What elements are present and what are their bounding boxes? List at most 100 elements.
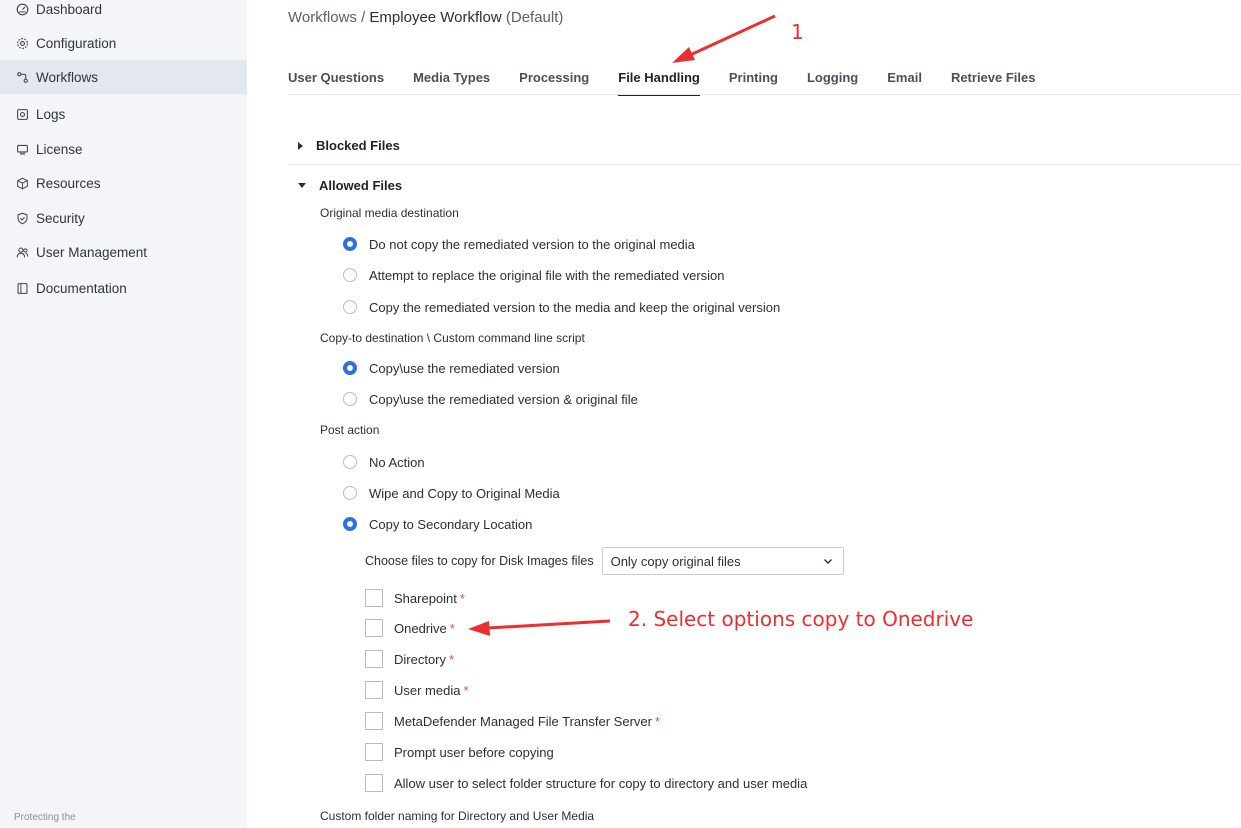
sidebar-item-label: Logs bbox=[36, 106, 66, 122]
disk-images-label: Choose files to copy for Disk Images fil… bbox=[365, 554, 594, 568]
sidebar-footer-text: Protecting the bbox=[14, 812, 76, 823]
radio-button[interactable] bbox=[343, 486, 357, 500]
sidebar: Dashboard Configuration Workflows Logs L… bbox=[0, 0, 247, 828]
checkbox-row-prompt-user[interactable]: Prompt user before copying bbox=[365, 742, 554, 762]
dashboard-icon bbox=[14, 1, 30, 17]
required-mark: * bbox=[449, 620, 455, 636]
radio-label: Attempt to replace the original file wit… bbox=[369, 267, 725, 283]
required-mark: * bbox=[459, 590, 465, 606]
sidebar-item-workflows[interactable]: Workflows bbox=[0, 60, 247, 94]
radio-button-checked[interactable] bbox=[343, 361, 357, 375]
checkbox-label: Onedrive bbox=[394, 620, 447, 636]
radio-label: Copy\use the remediated version bbox=[369, 360, 560, 376]
sidebar-item-label: Configuration bbox=[36, 35, 117, 51]
tab-bar: User Questions Media Types Processing Fi… bbox=[288, 70, 1064, 96]
sidebar-item-logs[interactable]: Logs bbox=[0, 97, 247, 131]
checkbox-row-sharepoint[interactable]: Sharepoint * bbox=[365, 588, 465, 608]
annotation-step-2: 2. Select options copy to Onedrive bbox=[628, 607, 974, 631]
radio-wipe-copy[interactable]: Wipe and Copy to Original Media bbox=[343, 483, 560, 503]
caret-right-icon bbox=[298, 141, 303, 150]
tabs-divider bbox=[288, 94, 1241, 95]
onedrive-checkbox[interactable] bbox=[365, 619, 383, 637]
allowed-files-label: Allowed Files bbox=[319, 178, 403, 193]
checkbox-row-user-media[interactable]: User media * bbox=[365, 680, 469, 700]
sidebar-item-resources[interactable]: Resources bbox=[0, 166, 247, 200]
checkbox-label: Allow user to select folder structure fo… bbox=[394, 775, 808, 791]
sidebar-item-documentation[interactable]: Documentation bbox=[0, 271, 247, 305]
radio-label: Copy the remediated version to the media… bbox=[369, 299, 781, 315]
prompt-user-checkbox[interactable] bbox=[365, 743, 383, 761]
radio-copy-secondary[interactable]: Copy to Secondary Location bbox=[343, 514, 532, 534]
sidebar-item-security[interactable]: Security bbox=[0, 201, 247, 235]
radio-attempt-replace[interactable]: Attempt to replace the original file wit… bbox=[343, 265, 725, 285]
annotation-step-1: 1 bbox=[791, 20, 804, 44]
tab-retrieve-files[interactable]: Retrieve Files bbox=[951, 70, 1036, 96]
folder-structure-checkbox[interactable] bbox=[365, 774, 383, 792]
main-content: Workflows / Employee Workflow (Default) … bbox=[247, 0, 1241, 828]
radio-label: Copy\use the remediated version & origin… bbox=[369, 391, 638, 407]
radio-copy-keep-original[interactable]: Copy the remediated version to the media… bbox=[343, 297, 780, 317]
blocked-files-toggle[interactable]: Blocked Files bbox=[298, 138, 400, 153]
tab-processing[interactable]: Processing bbox=[519, 70, 589, 96]
checkbox-row-onedrive[interactable]: Onedrive * bbox=[365, 618, 455, 638]
radio-button[interactable] bbox=[343, 268, 357, 282]
tab-logging[interactable]: Logging bbox=[807, 70, 858, 96]
tab-printing[interactable]: Printing bbox=[729, 70, 778, 96]
copy-to-label: Copy-to destination \ Custom command lin… bbox=[320, 331, 585, 345]
sidebar-item-user-management[interactable]: User Management bbox=[0, 235, 247, 269]
sharepoint-checkbox[interactable] bbox=[365, 589, 383, 607]
sidebar-item-configuration[interactable]: Configuration bbox=[0, 26, 247, 60]
book-icon bbox=[14, 280, 30, 296]
gear-icon bbox=[14, 35, 30, 51]
custom-folder-label: Custom folder naming for Directory and U… bbox=[320, 809, 595, 823]
radio-button[interactable] bbox=[343, 455, 357, 469]
breadcrumb: Workflows / Employee Workflow (Default) bbox=[288, 9, 563, 26]
sidebar-item-label: User Management bbox=[36, 244, 148, 260]
checkbox-row-directory[interactable]: Directory * bbox=[365, 649, 454, 669]
breadcrumb-separator: / bbox=[361, 9, 366, 26]
checkbox-row-folder-structure[interactable]: Allow user to select folder structure fo… bbox=[365, 773, 807, 793]
sidebar-item-label: Security bbox=[36, 210, 85, 226]
radio-label: No Action bbox=[369, 454, 425, 470]
sidebar-item-license[interactable]: License bbox=[0, 132, 247, 166]
tab-media-types[interactable]: Media Types bbox=[413, 70, 490, 96]
radio-button-checked[interactable] bbox=[343, 517, 357, 531]
mft-server-checkbox[interactable] bbox=[365, 712, 383, 730]
sidebar-item-label: Workflows bbox=[36, 69, 99, 85]
radio-no-action[interactable]: No Action bbox=[343, 452, 425, 472]
required-mark: * bbox=[449, 651, 455, 667]
radio-button[interactable] bbox=[343, 392, 357, 406]
workflow-icon bbox=[14, 69, 30, 85]
radio-button[interactable] bbox=[343, 300, 357, 314]
radio-do-not-copy[interactable]: Do not copy the remediated version to th… bbox=[343, 234, 695, 254]
breadcrumb-root[interactable]: Workflows bbox=[288, 9, 357, 26]
disk-images-select[interactable]: Only copy original files bbox=[601, 547, 844, 575]
tab-email[interactable]: Email bbox=[887, 70, 922, 96]
tab-file-handling[interactable]: File Handling bbox=[618, 70, 700, 96]
sidebar-item-label: Documentation bbox=[36, 280, 127, 296]
radio-label: Do not copy the remediated version to th… bbox=[369, 236, 695, 252]
radio-copy-remediated-original[interactable]: Copy\use the remediated version & origin… bbox=[343, 389, 638, 409]
section-divider bbox=[288, 164, 1241, 165]
blocked-files-label: Blocked Files bbox=[316, 138, 400, 153]
radio-copy-remediated[interactable]: Copy\use the remediated version bbox=[343, 358, 560, 378]
license-icon bbox=[14, 141, 30, 157]
radio-label: Copy to Secondary Location bbox=[369, 516, 533, 532]
chevron-down-icon bbox=[823, 554, 833, 569]
shield-icon bbox=[14, 210, 30, 226]
caret-down-icon bbox=[298, 183, 306, 188]
directory-checkbox[interactable] bbox=[365, 650, 383, 668]
tab-user-questions[interactable]: User Questions bbox=[288, 70, 384, 96]
allowed-files-toggle[interactable]: Allowed Files bbox=[298, 178, 402, 193]
checkbox-label: MetaDefender Managed File Transfer Serve… bbox=[394, 713, 652, 729]
user-media-checkbox[interactable] bbox=[365, 681, 383, 699]
required-mark: * bbox=[654, 713, 661, 729]
original-media-label: Original media destination bbox=[320, 206, 459, 220]
radio-button-checked[interactable] bbox=[343, 237, 357, 251]
checkbox-row-mft-server[interactable]: MetaDefender Managed File Transfer Serve… bbox=[365, 711, 660, 731]
required-mark: * bbox=[463, 682, 469, 698]
cube-icon bbox=[14, 175, 30, 191]
checkbox-label: User media bbox=[394, 682, 461, 698]
select-value: Only copy original files bbox=[610, 553, 741, 569]
sidebar-item-dashboard[interactable]: Dashboard bbox=[0, 0, 247, 26]
